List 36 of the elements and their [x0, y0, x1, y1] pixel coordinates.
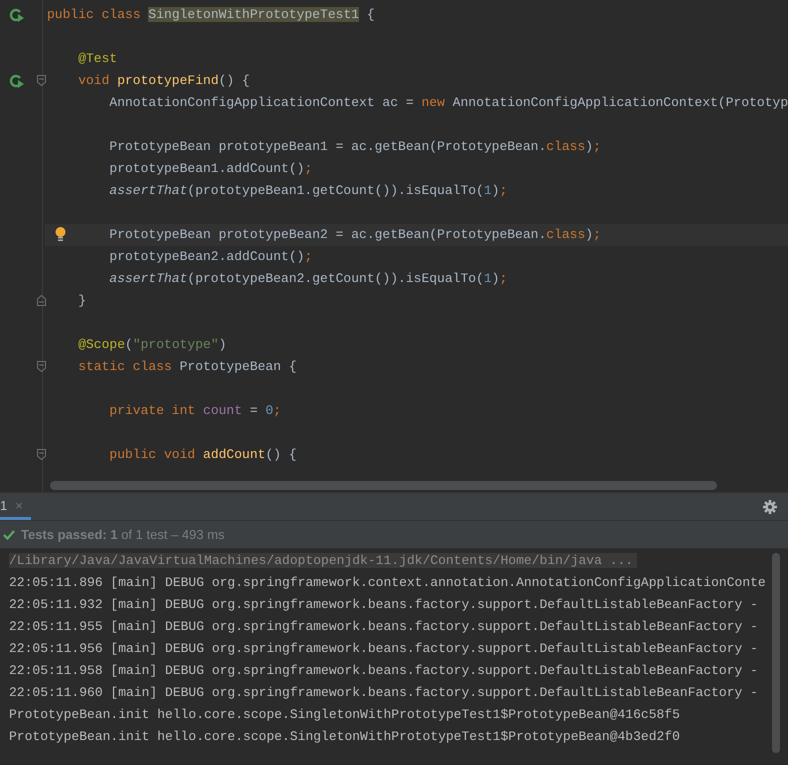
- console-line: 22:05:11.955 [main] DEBUG org.springframework.beans.factory.support.DefaultListableBeanFactory -: [9, 618, 758, 634]
- lightbulb-icon[interactable]: [55, 227, 66, 242]
- console-line: 22:05:11.956 [main] DEBUG org.springframework.beans.factory.support.DefaultListableBeanFactory -: [9, 640, 758, 656]
- console-line: 22:05:11.960 [main] DEBUG org.springframework.beans.factory.support.DefaultListableBeanFactory -: [9, 684, 758, 700]
- settings-icon[interactable]: [763, 500, 777, 514]
- vertical-scrollbar[interactable]: [772, 553, 780, 753]
- console-line: 22:05:11.932 [main] DEBUG org.springframework.beans.factory.support.DefaultListableBeanFactory -: [9, 596, 758, 612]
- code-line: assertThat(prototypeBean2.getCount()).isEqualTo(1);: [109, 270, 508, 288]
- fold-marker-icon[interactable]: [37, 75, 46, 86]
- code-line: PrototypeBean prototypeBean1 = ac.getBean(PrototypeBean.class);: [109, 138, 601, 156]
- code-line: public void addCount() {: [109, 446, 297, 464]
- code-line: @Scope("prototype"): [78, 336, 226, 354]
- test-status: Tests passed: 1 of 1 test – 493 ms: [21, 527, 225, 542]
- run-tab[interactable]: 1 ×: [0, 493, 31, 520]
- fold-marker-icon[interactable]: [37, 361, 46, 372]
- fold-marker-icon[interactable]: [37, 449, 46, 460]
- code-line: void prototypeFind() {: [78, 72, 250, 90]
- console-line: 22:05:11.958 [main] DEBUG org.springframework.beans.factory.support.DefaultListableBeanFactory -: [9, 662, 758, 678]
- console-line: 22:05:11.896 [main] DEBUG org.springframework.context.annotation.AnnotationConfigApplicationConte: [9, 574, 766, 590]
- code-line: prototypeBean2.addCount();: [109, 248, 312, 266]
- code-line: prototypeBean1.addCount();: [109, 160, 312, 178]
- code-line: AnnotationConfigApplicationContext ac = new AnnotationConfigApplicationContext(Prototyp: [109, 94, 788, 112]
- horizontal-scrollbar[interactable]: [50, 481, 717, 490]
- code-line: private int count = 0;: [109, 402, 282, 420]
- run-icon[interactable]: [9, 7, 25, 23]
- run-icon[interactable]: [9, 73, 25, 89]
- code-line: }: [78, 292, 86, 310]
- fold-marker-icon[interactable]: [37, 295, 46, 306]
- code-line: assertThat(prototypeBean1.getCount()).isEqualTo(1);: [109, 182, 508, 200]
- console-line: PrototypeBean.init hello.core.scope.SingletonWithPrototypeTest1$PrototypeBean@4b3ed2f0: [9, 728, 680, 744]
- code-line: PrototypeBean prototypeBean2 = ac.getBean(PrototypeBean.class);: [109, 226, 601, 244]
- code-line: public class SingletonWithPrototypeTest1 {: [47, 6, 375, 24]
- code-line: static class PrototypeBean {: [78, 358, 297, 376]
- code-line: @Test: [78, 50, 118, 68]
- check-icon: [3, 530, 15, 540]
- console-line: PrototypeBean.init hello.core.scope.SingletonWithPrototypeTest1$PrototypeBean@416c58f5: [9, 706, 680, 722]
